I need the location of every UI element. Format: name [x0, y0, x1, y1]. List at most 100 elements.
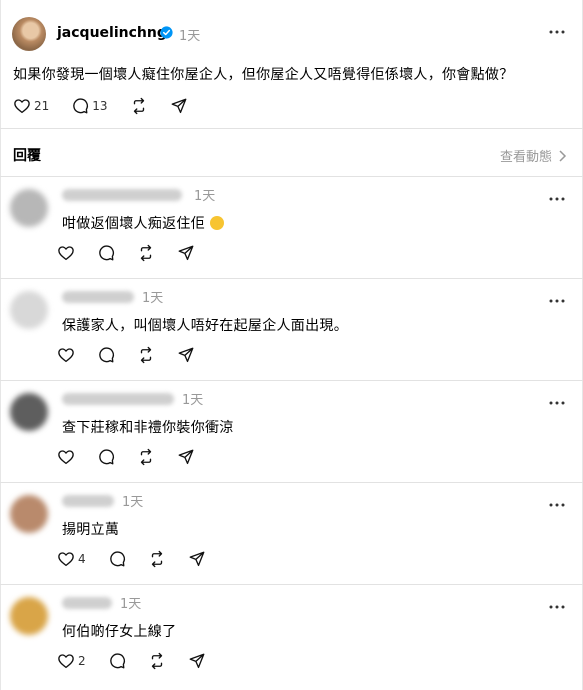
repost-button[interactable] [137, 448, 155, 466]
comment-button[interactable] [97, 448, 115, 466]
like-button[interactable]: 4 [57, 550, 86, 568]
comment-item: 1天 揚明立萬 4 [0, 483, 583, 584]
share-button[interactable] [188, 550, 206, 568]
more-icon[interactable] [549, 605, 565, 609]
comment-text: 揚明立萬 [62, 522, 120, 538]
like-count: 2 [78, 654, 86, 668]
heart-icon [58, 654, 74, 669]
like-button[interactable] [57, 244, 75, 262]
share-button[interactable] [177, 448, 195, 466]
share-button[interactable] [170, 97, 188, 115]
comment-icon [99, 245, 115, 261]
divider [0, 128, 583, 129]
comment-item: 1天 咁做返個壞人痴返住佢 [0, 177, 583, 278]
comment-count: 13 [92, 99, 108, 113]
share-icon [178, 347, 194, 363]
like-count: 4 [78, 552, 86, 566]
repost-button[interactable] [137, 346, 155, 364]
comment-time: 1天 [194, 189, 216, 204]
avatar[interactable] [12, 17, 46, 51]
comment-button[interactable]: 13 [71, 97, 108, 115]
avatar[interactable] [10, 189, 48, 227]
comment-icon [109, 551, 125, 567]
repost-icon [140, 448, 152, 466]
repost-button[interactable] [148, 652, 166, 670]
comment-username-blurred[interactable] [62, 393, 174, 405]
share-button[interactable] [177, 244, 195, 262]
share-icon [189, 551, 205, 567]
comment-icon [73, 98, 89, 114]
avatar[interactable] [10, 291, 48, 329]
like-button[interactable] [57, 346, 75, 364]
post-actions: 21 13 [13, 97, 210, 115]
share-icon [178, 449, 194, 465]
comment-text: 保護家人，叫個壞人唔好在起屋企人面出現。 [62, 318, 348, 334]
comment-button[interactable] [97, 244, 115, 262]
comment-time: 1天 [120, 597, 142, 612]
more-icon[interactable] [549, 401, 565, 405]
comment-item: 1天 保護家人，叫個壞人唔好在起屋企人面出現。 [0, 279, 583, 380]
comment-icon [99, 347, 115, 363]
comment-actions [57, 244, 217, 262]
repost-icon [140, 346, 152, 364]
post-text: 如果你發現一個壞人癡住你屋企人，但你屋企人又唔覺得佢係壞人，你會點做？ [13, 67, 514, 83]
heart-icon [58, 246, 74, 261]
comment-time: 1天 [142, 291, 164, 306]
share-button[interactable] [188, 652, 206, 670]
more-icon[interactable] [549, 197, 565, 201]
repost-button[interactable] [148, 550, 166, 568]
comment-button[interactable] [97, 346, 115, 364]
chevron-right-icon [559, 149, 567, 162]
main-post: jacquelinchng 1天 如果你發現一個壞人癡住你屋企人，但你屋企人又唔… [0, 0, 583, 128]
comment-item: 1天 查下莊稼和非禮你裝你衝涼 [0, 381, 583, 482]
repost-icon [151, 550, 162, 568]
view-activity-link[interactable]: 查看動態 [500, 146, 567, 165]
share-icon [189, 653, 205, 669]
more-icon[interactable] [549, 503, 565, 507]
comment-icon [99, 449, 115, 465]
replies-header: 回覆 [13, 148, 41, 164]
comment-username-blurred[interactable] [62, 495, 114, 507]
repost-icon [133, 97, 144, 115]
share-button[interactable] [177, 346, 195, 364]
comment-time: 1天 [182, 393, 204, 408]
heart-icon [58, 450, 74, 465]
comment-username-blurred[interactable] [62, 597, 112, 609]
like-button[interactable]: 2 [57, 652, 86, 670]
comment-item: 1天 何伯啲仔女上線了 2 [0, 585, 583, 686]
comment-button[interactable] [108, 550, 126, 568]
like-button[interactable]: 21 [13, 97, 49, 115]
comment-text: 何伯啲仔女上線了 [62, 624, 177, 640]
more-icon[interactable] [549, 299, 565, 303]
share-icon [178, 245, 194, 261]
comment-actions [57, 448, 217, 466]
heart-icon [58, 348, 74, 363]
like-count: 21 [34, 99, 50, 113]
laughing-emoji-icon [209, 216, 224, 230]
like-button[interactable] [57, 448, 75, 466]
more-icon[interactable] [549, 30, 565, 34]
comment-actions: 4 [57, 550, 228, 568]
comment-username-blurred[interactable] [62, 189, 182, 201]
verified-badge-icon [160, 26, 173, 39]
avatar[interactable] [10, 597, 48, 635]
comment-button[interactable] [108, 652, 126, 670]
comment-time: 1天 [122, 495, 144, 510]
post-time: 1天 [179, 29, 201, 44]
comment-username-blurred[interactable] [62, 291, 134, 303]
avatar[interactable] [10, 393, 48, 431]
comment-actions: 2 [57, 652, 228, 670]
repost-icon [151, 652, 162, 670]
heart-icon [58, 552, 74, 567]
share-icon [171, 98, 186, 114]
comment-text: 咁做返個壞人痴返住佢 [62, 213, 224, 233]
repost-button[interactable] [130, 97, 148, 115]
repost-button[interactable] [137, 244, 155, 262]
comment-actions [57, 346, 217, 364]
avatar[interactable] [10, 495, 48, 533]
view-activity-label: 查看動態 [499, 150, 552, 165]
comment-text: 查下莊稼和非禮你裝你衝涼 [62, 420, 234, 436]
comment-icon [109, 653, 125, 669]
repost-icon [140, 244, 152, 262]
post-username[interactable]: jacquelinchng [57, 25, 167, 41]
